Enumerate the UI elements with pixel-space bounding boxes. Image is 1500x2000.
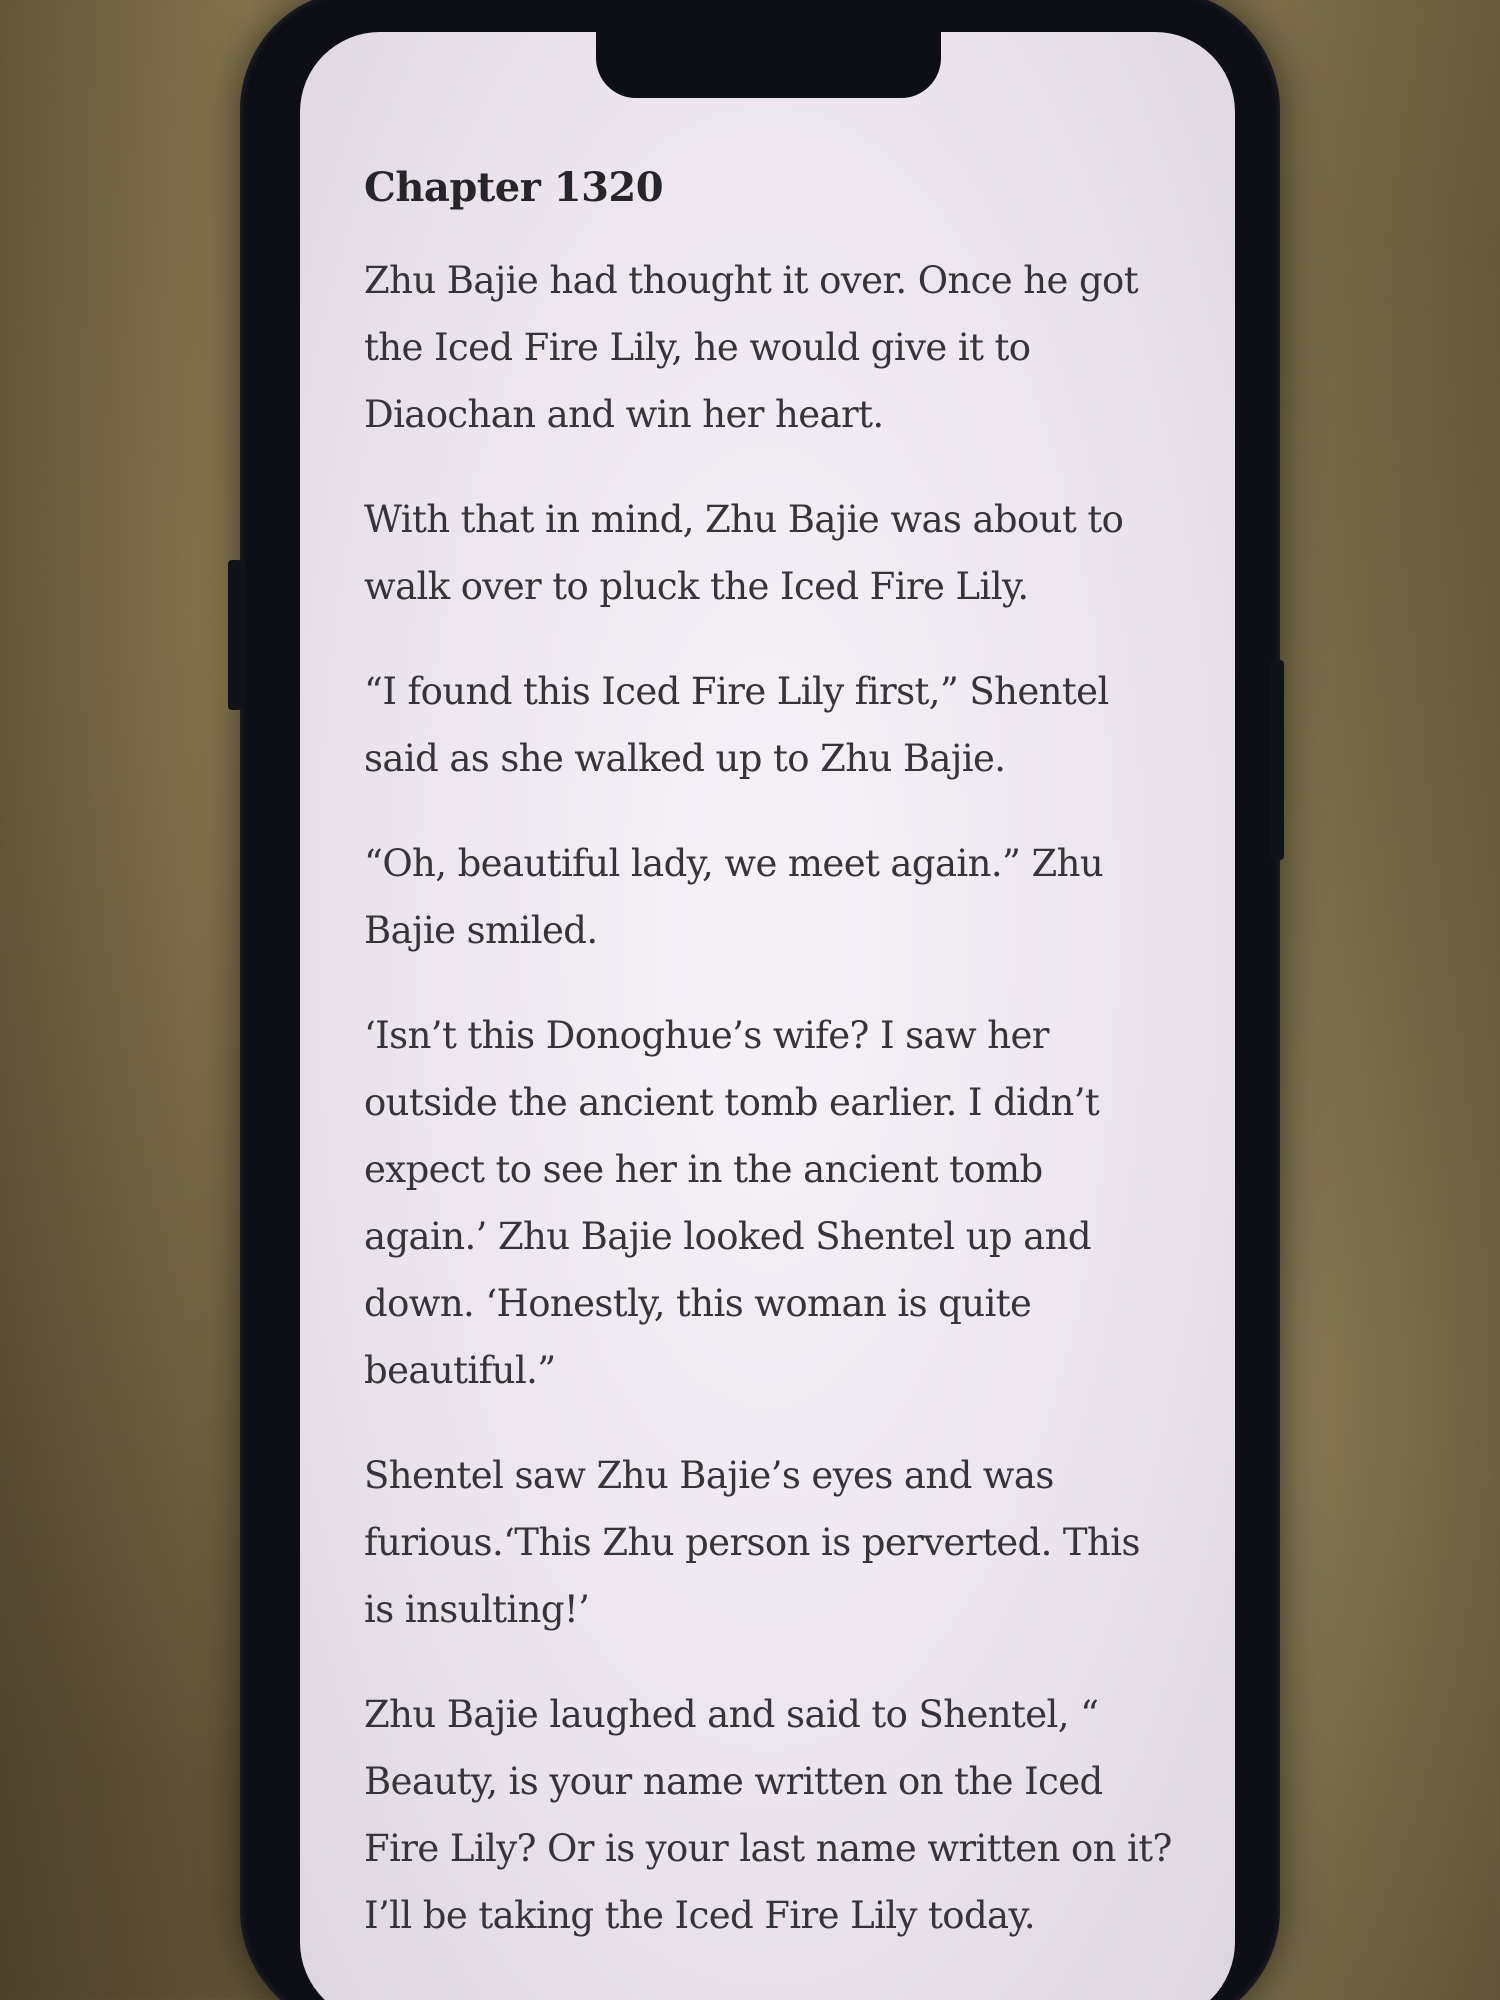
phone-volume-button: [228, 560, 242, 710]
story-paragraph: Zhu Bajie had thought it over. Once he g…: [364, 259, 1139, 436]
reader-content[interactable]: Chapter 1320 Zhu Bajie had thought it ov…: [364, 164, 1174, 1987]
chapter-title: Chapter 1320: [364, 164, 664, 211]
story-paragraph: With that in mind, Zhu Bajie was about t…: [364, 498, 1124, 608]
fabric-background-right: [1260, 0, 1500, 2000]
phone-screen[interactable]: Chapter 1320 Zhu Bajie had thought it ov…: [300, 32, 1235, 2000]
phone-power-button: [1270, 660, 1284, 860]
fabric-background-left: [0, 0, 250, 2000]
story-paragraph: Shentel saw Zhu Bajie’s eyes and was fur…: [364, 1454, 1140, 1631]
story-paragraph: “Oh, beautiful lady, we meet again.” Zhu…: [364, 842, 1104, 952]
story-paragraph: ‘Isn’t this Donoghue’s wife? I saw her o…: [364, 1014, 1100, 1392]
camera-notch: [596, 32, 941, 98]
story-paragraph: “I found this Iced Fire Lily first,” She…: [364, 670, 1109, 780]
story-paragraph: Zhu Bajie laughed and said to Shentel, “…: [364, 1693, 1172, 1937]
